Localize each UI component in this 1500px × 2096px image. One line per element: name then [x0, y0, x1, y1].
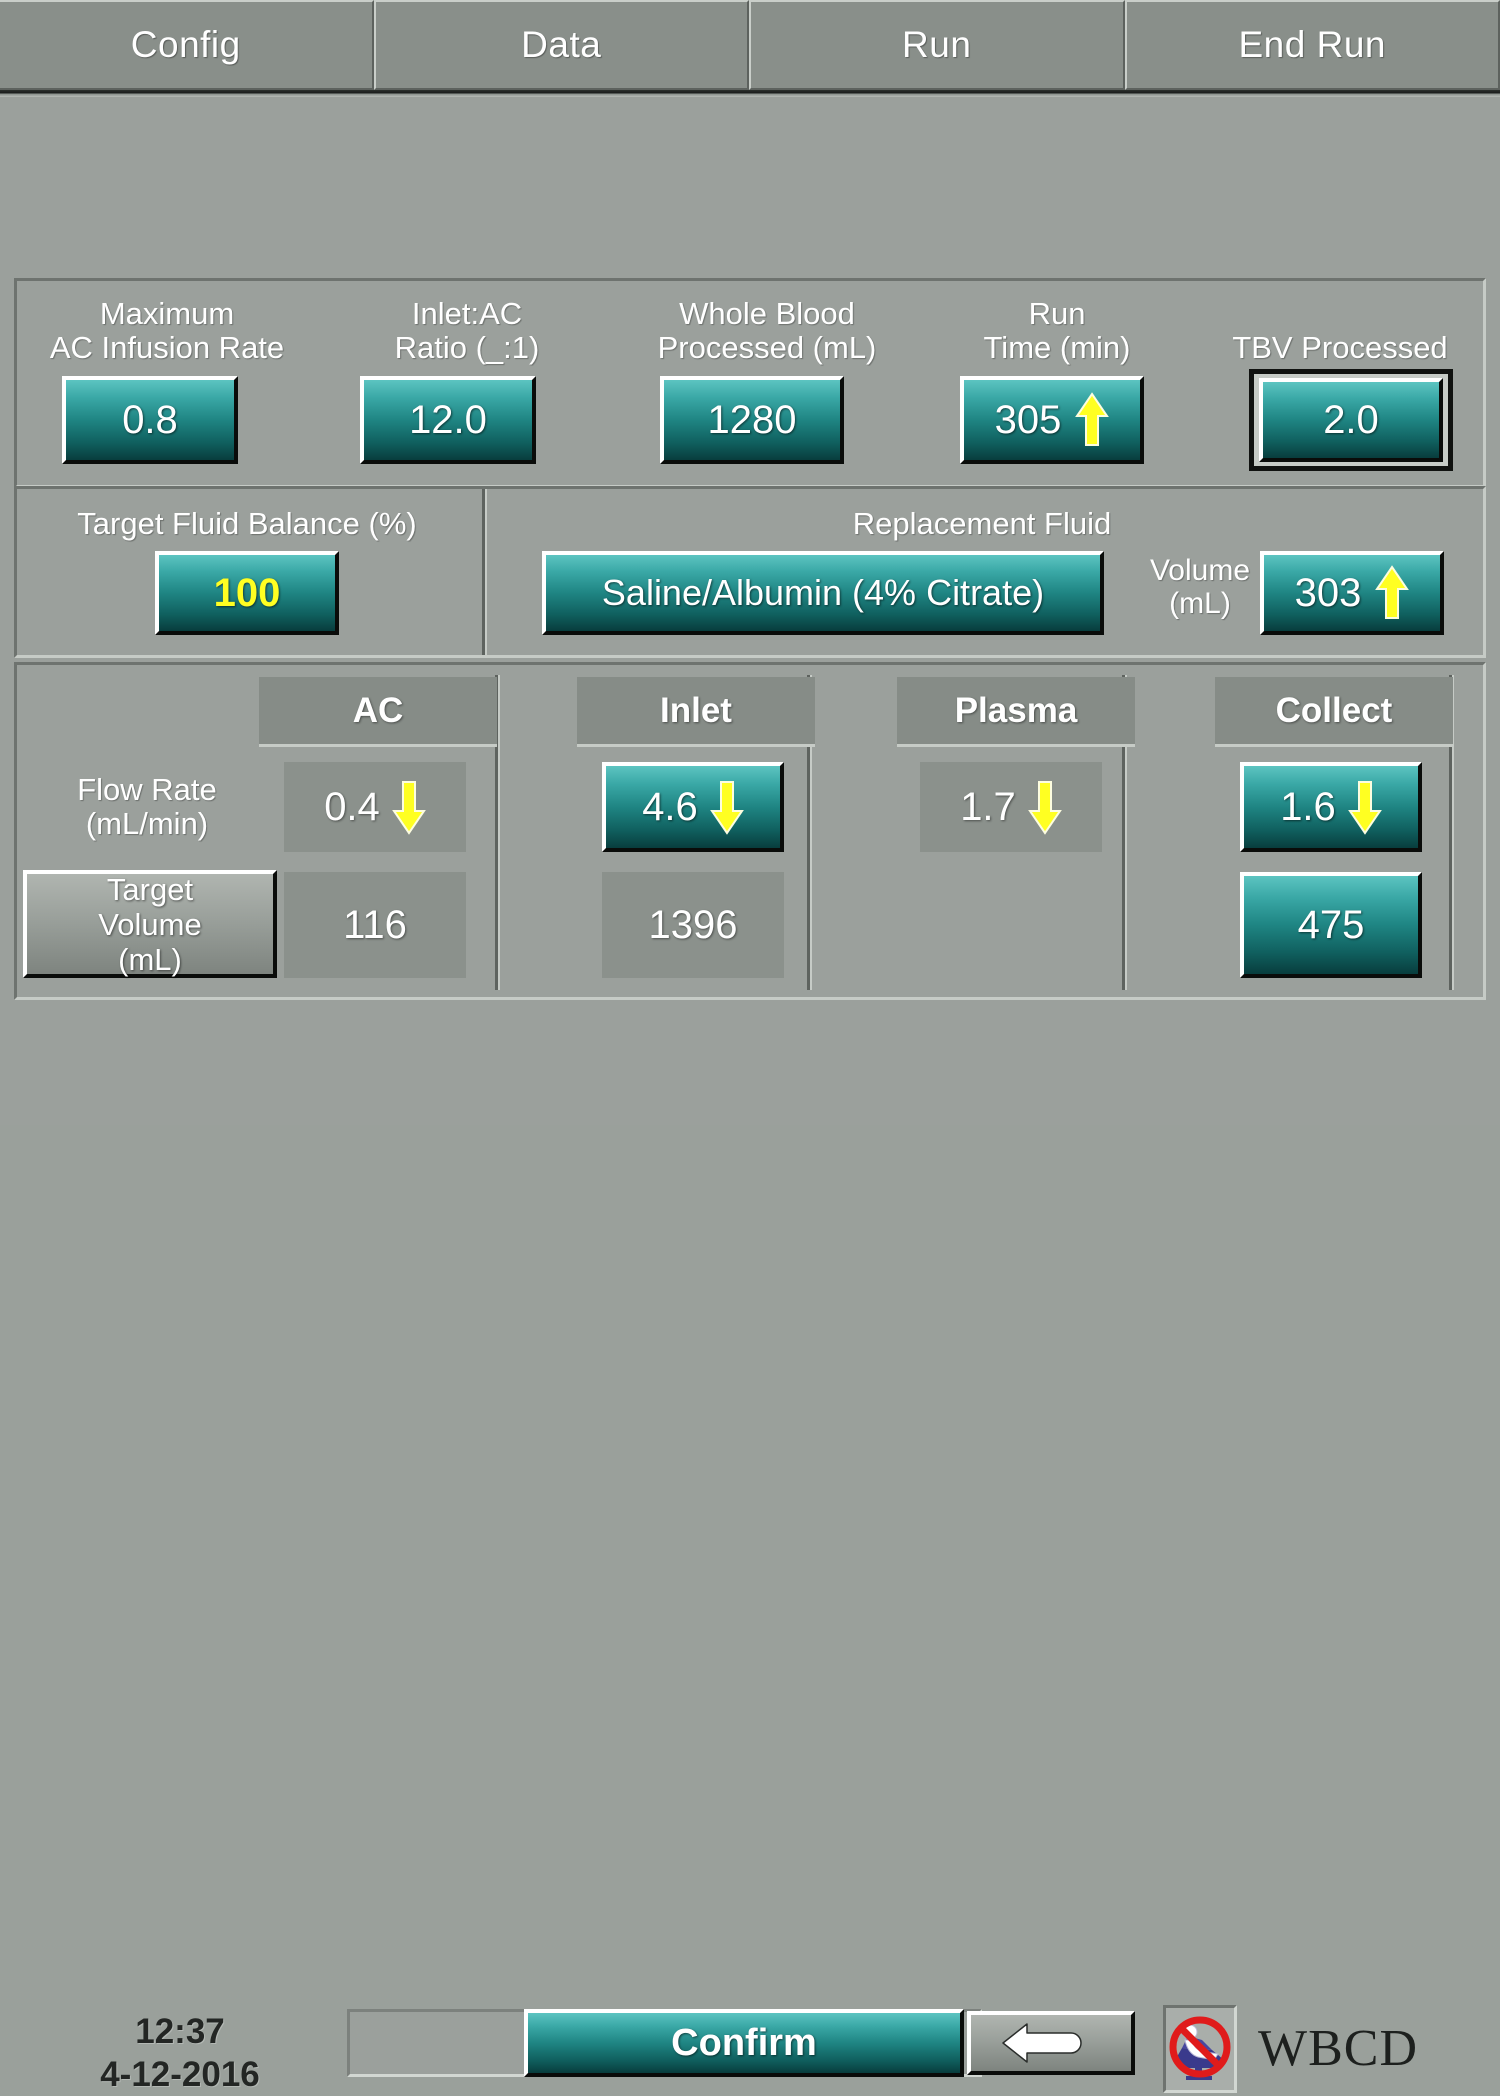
nav-underline-divider — [0, 90, 1500, 97]
column-header-plasma-label: Plasma — [955, 691, 1078, 731]
column-header-inlet-label: Inlet — [660, 691, 732, 731]
inlet-target-volume-cell: 1396 — [602, 872, 784, 978]
whole-blood-processed-value: 1280 — [708, 398, 797, 443]
tab-end-run[interactable]: End Run — [1125, 0, 1500, 90]
plasma-flow-rate-value: 1.7 — [960, 785, 1016, 830]
inlet-flow-rate-button[interactable]: 4.6 — [602, 762, 784, 852]
run-time-label: Run Time (min) — [917, 297, 1197, 365]
back-arrow-icon — [997, 2020, 1105, 2066]
inlet-ac-ratio-button[interactable]: 12.0 — [360, 376, 536, 464]
replacement-fluid-select-button[interactable]: Saline/Albumin (4% Citrate) — [542, 551, 1104, 635]
run-parameters-panel: Maximum AC Infusion Rate Inlet:AC Ratio … — [14, 278, 1486, 488]
inlet-target-volume-value: 1396 — [649, 903, 738, 948]
tbv-processed-button[interactable]: 2.0 — [1259, 378, 1443, 462]
ac-target-volume-cell: 116 — [284, 872, 466, 978]
column-header-inlet: Inlet — [577, 677, 815, 747]
flow-rates-panel: Flow Rate (mL/min) Target Volume (mL) AC… — [14, 662, 1486, 1000]
column-header-ac-label: AC — [353, 691, 404, 731]
replacement-volume-up-arrow-icon — [1375, 565, 1409, 621]
collect-flow-rate-value: 1.6 — [1280, 785, 1336, 830]
fluid-panel-divider — [482, 489, 485, 655]
status-bar: 12:37 4-12-2016 Confirm — [0, 1000, 1500, 1125]
replacement-volume-button[interactable]: 303 — [1260, 551, 1444, 635]
confirm-button-label: Confirm — [671, 2022, 817, 2065]
plasma-flow-rate-cell: 1.7 — [920, 762, 1102, 852]
replacement-volume-label: Volume (mL) — [1127, 554, 1273, 620]
tbv-processed-label: TBV Processed — [1197, 331, 1483, 365]
confirm-button[interactable]: Confirm — [524, 2009, 964, 2077]
target-fluid-balance-button[interactable]: 100 — [155, 551, 339, 635]
inlet-flow-rate-value: 4.6 — [642, 785, 698, 830]
device-screen: Config Data Run End Run Maximum AC Infus… — [0, 0, 1500, 1125]
column-header-collect: Collect — [1215, 677, 1453, 747]
run-time-up-arrow-icon — [1075, 392, 1109, 448]
tab-end-run-label: End Run — [1239, 24, 1387, 66]
collect-flow-rate-down-arrow-icon — [1348, 779, 1382, 835]
target-volume-row-label: Target Volume (mL) — [98, 872, 201, 977]
back-button[interactable] — [967, 2011, 1135, 2075]
run-time-value: 305 — [995, 398, 1062, 443]
replacement-fluid-value: Saline/Albumin (4% Citrate) — [602, 572, 1044, 614]
target-volume-row-button[interactable]: Target Volume (mL) — [23, 870, 277, 978]
max-ac-infusion-rate-button[interactable]: 0.8 — [62, 376, 238, 464]
no-recline-chair-icon — [1168, 2010, 1232, 2089]
inlet-ac-ratio-label: Inlet:AC Ratio (_:1) — [317, 297, 617, 365]
column-header-ac: AC — [259, 677, 497, 747]
clock-date: 4-12-2016 — [60, 2053, 300, 2096]
plasma-flow-rate-down-arrow-icon — [1028, 779, 1062, 835]
ac-target-volume-value: 116 — [343, 903, 407, 948]
collect-flow-rate-button[interactable]: 1.6 — [1240, 762, 1422, 852]
max-ac-infusion-rate-value: 0.8 — [122, 398, 178, 443]
tab-config[interactable]: Config — [0, 0, 374, 90]
max-ac-infusion-rate-label: Maximum AC Infusion Rate — [17, 297, 317, 365]
no-recline-icon-box — [1163, 2005, 1237, 2093]
product-label: WBCD — [1258, 2019, 1418, 2078]
ac-flow-rate-cell: 0.4 — [284, 762, 466, 852]
fluid-settings-panel: Target Fluid Balance (%) 100 Replacement… — [14, 486, 1486, 658]
inlet-ac-ratio-value: 12.0 — [409, 398, 487, 443]
tab-config-label: Config — [131, 24, 241, 66]
column-header-collect-label: Collect — [1276, 691, 1393, 731]
whole-blood-processed-label: Whole Blood Processed (mL) — [617, 297, 917, 365]
clock-display: 12:37 4-12-2016 — [60, 2010, 300, 2096]
flow-rate-row-label: Flow Rate (mL/min) — [37, 773, 257, 841]
run-time-button[interactable]: 305 — [960, 376, 1144, 464]
top-navigation-bar: Config Data Run End Run — [0, 0, 1500, 97]
inlet-flow-rate-down-arrow-icon — [710, 779, 744, 835]
replacement-fluid-title: Replacement Fluid — [487, 507, 1477, 541]
tab-run-label: Run — [902, 24, 971, 66]
replacement-volume-value: 303 — [1295, 571, 1362, 616]
whole-blood-processed-button[interactable]: 1280 — [660, 376, 844, 464]
clock-time: 12:37 — [60, 2010, 300, 2053]
tbv-processed-value: 2.0 — [1323, 398, 1379, 443]
collect-target-volume-button[interactable]: 475 — [1240, 872, 1422, 978]
column-header-plasma: Plasma — [897, 677, 1135, 747]
collect-target-volume-value: 475 — [1298, 903, 1365, 948]
tab-data[interactable]: Data — [374, 0, 750, 90]
tab-run[interactable]: Run — [749, 0, 1125, 90]
ac-flow-rate-down-arrow-icon — [392, 779, 426, 835]
target-fluid-balance-value: 100 — [214, 571, 281, 616]
tab-data-label: Data — [521, 24, 601, 66]
ac-flow-rate-value: 0.4 — [324, 785, 380, 830]
target-fluid-balance-label: Target Fluid Balance (%) — [17, 507, 477, 541]
